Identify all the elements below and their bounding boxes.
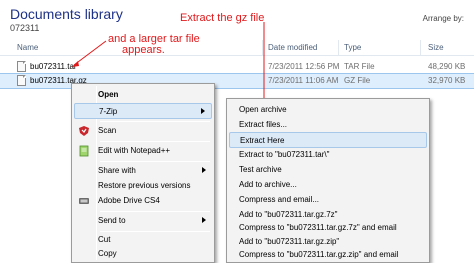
menu-item-label: Scan [98,126,117,135]
menu-separator [100,211,210,212]
menu-item-restore-versions[interactable]: Restore previous versions [74,178,212,194]
menu-item-label: Send to [98,216,126,225]
submenu-item-test-archive[interactable]: Test archive [229,162,427,178]
menu-separator [100,121,210,122]
menu-separator [100,141,210,142]
menu-item-label: Cut [98,235,111,244]
submenu-item-label: Add to archive... [239,180,297,189]
menu-item-open[interactable]: Open [74,87,212,103]
menu-item-scan[interactable]: Scan [74,123,212,139]
menu-item-label: Adobe Drive CS4 [98,196,160,205]
menu-item-label: Open [98,90,119,99]
notepad-plus-plus-icon [78,145,90,157]
submenu-arrow-icon [202,217,206,223]
submenu-item-label: Add to "bu072311.tar.gz.zip" [239,237,340,246]
submenu-item-label: Compress and email... [239,195,320,204]
menu-item-label: Restore previous versions [98,181,191,190]
submenu-item-label: Compress to "bu072311.tar.gz.7z" and ema… [239,223,397,232]
submenu-item-open-archive[interactable]: Open archive [229,102,427,118]
menu-item-label: Share with [98,166,136,175]
menu-item-label: 7-Zip [99,107,118,116]
menu-item-label: Edit with Notepad++ [98,146,171,155]
seven-zip-submenu: Open archive Extract files... Extract He… [226,98,430,263]
arrow-to-tar-head [72,61,79,67]
submenu-item-label: Add to "bu072311.tar.gz.7z" [239,210,338,219]
menu-item-share-with[interactable]: Share with [74,163,212,179]
submenu-item-extract-here[interactable]: Extract Here [229,132,427,148]
submenu-arrow-icon [202,167,206,173]
submenu-item-label: Compress to "bu072311.tar.gz.zip" and em… [239,250,399,259]
adobe-drive-icon [78,195,90,207]
menu-item-edit-notepad[interactable]: Edit with Notepad++ [74,143,212,159]
submenu-item-label: Test archive [239,165,282,174]
menu-separator [100,161,210,162]
submenu-arrow-icon [201,108,205,114]
submenu-item-compress-email[interactable]: Compress and email... [229,192,427,208]
submenu-item-label: Extract Here [240,136,285,145]
submenu-item-add-to-archive[interactable]: Add to archive... [229,177,427,193]
shield-icon [78,125,90,137]
submenu-item-label: Extract to "bu072311.tar\" [239,150,330,159]
submenu-item-label: Extract files... [239,120,288,129]
submenu-item-extract-to[interactable]: Extract to "bu072311.tar\" [229,147,427,163]
menu-item-label: Copy [98,249,117,258]
menu-item-send-to[interactable]: Send to [74,213,212,229]
submenu-item-label: Open archive [239,105,287,114]
menu-item-7zip[interactable]: 7-Zip [74,103,212,119]
menu-item-copy[interactable]: Copy [74,246,212,262]
context-menu: Open 7-Zip Scan Edit with Notepad++ Shar… [71,83,215,263]
arrow-to-tar-line [73,40,107,66]
menu-item-adobe-drive[interactable]: Adobe Drive CS4 [74,193,212,209]
submenu-item-compress-zip-email[interactable]: Compress to "bu072311.tar.gz.zip" and em… [229,247,427,263]
submenu-item-extract-files[interactable]: Extract files... [229,117,427,133]
